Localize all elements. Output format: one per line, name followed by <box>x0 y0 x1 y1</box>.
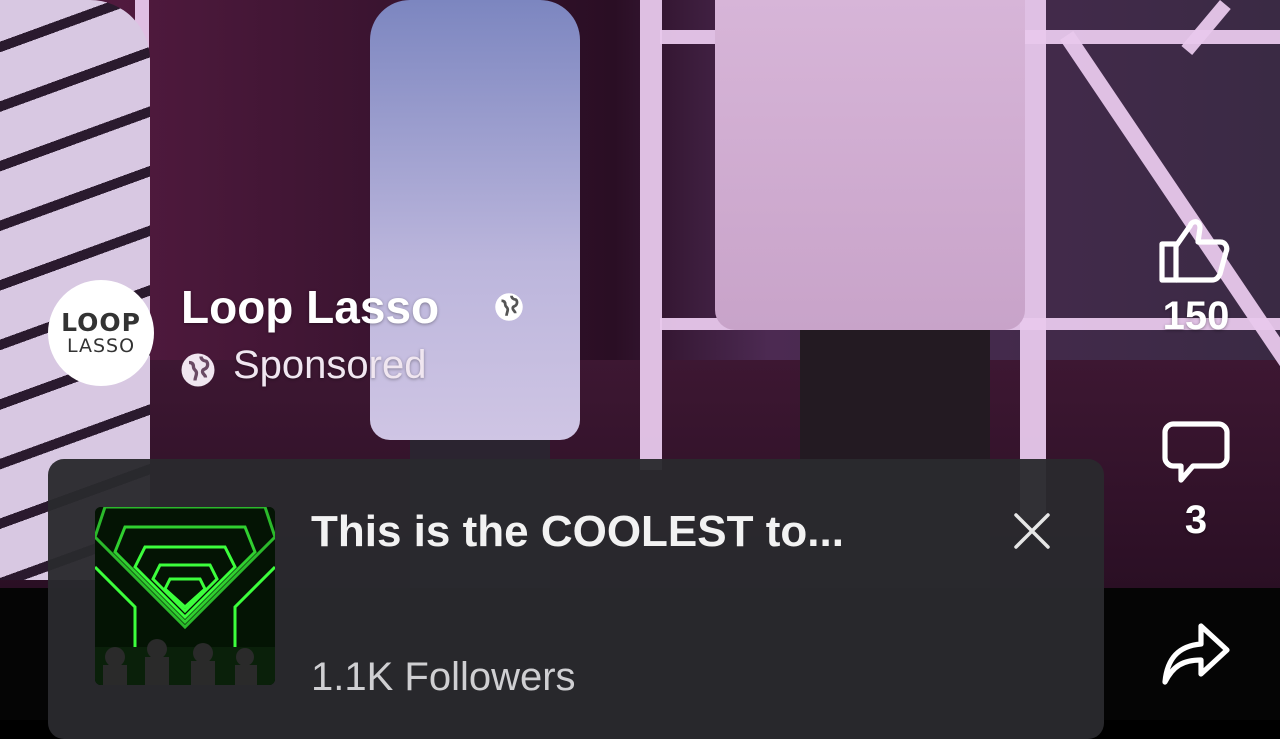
avatar-logo-line1: LOOP <box>61 308 141 337</box>
page-name[interactable]: Loop Lasso <box>181 280 439 334</box>
light-frame <box>640 0 662 470</box>
globe-icon <box>181 353 215 387</box>
avatar-logo-line2: LASSO <box>66 335 136 357</box>
comment-count: 3 <box>1184 498 1208 542</box>
sponsored-label: Sponsored <box>233 343 427 387</box>
like-icon <box>1159 219 1230 283</box>
page-avatar[interactable]: LOOP LASSO <box>48 280 154 386</box>
followers-count: 1.1K Followers <box>311 655 576 699</box>
share-icon <box>1162 623 1230 685</box>
comment-button[interactable]: 3 <box>1141 418 1251 543</box>
comment-icon <box>1162 421 1230 483</box>
close-icon <box>1014 513 1050 549</box>
close-button[interactable] <box>1012 511 1052 551</box>
like-button[interactable]: 150 <box>1141 214 1251 339</box>
ad-thumbnail[interactable] <box>95 507 275 685</box>
person <box>715 0 1025 330</box>
ad-title[interactable]: This is the COOLEST to... <box>311 507 844 557</box>
share-button[interactable] <box>1141 620 1251 690</box>
light-frame <box>1181 0 1231 55</box>
globe-icon <box>495 293 523 321</box>
like-count: 150 <box>1162 294 1230 338</box>
ad-card[interactable]: This is the COOLEST to... 1.1K Followers <box>48 459 1104 739</box>
light-tunnel-image <box>95 507 275 685</box>
